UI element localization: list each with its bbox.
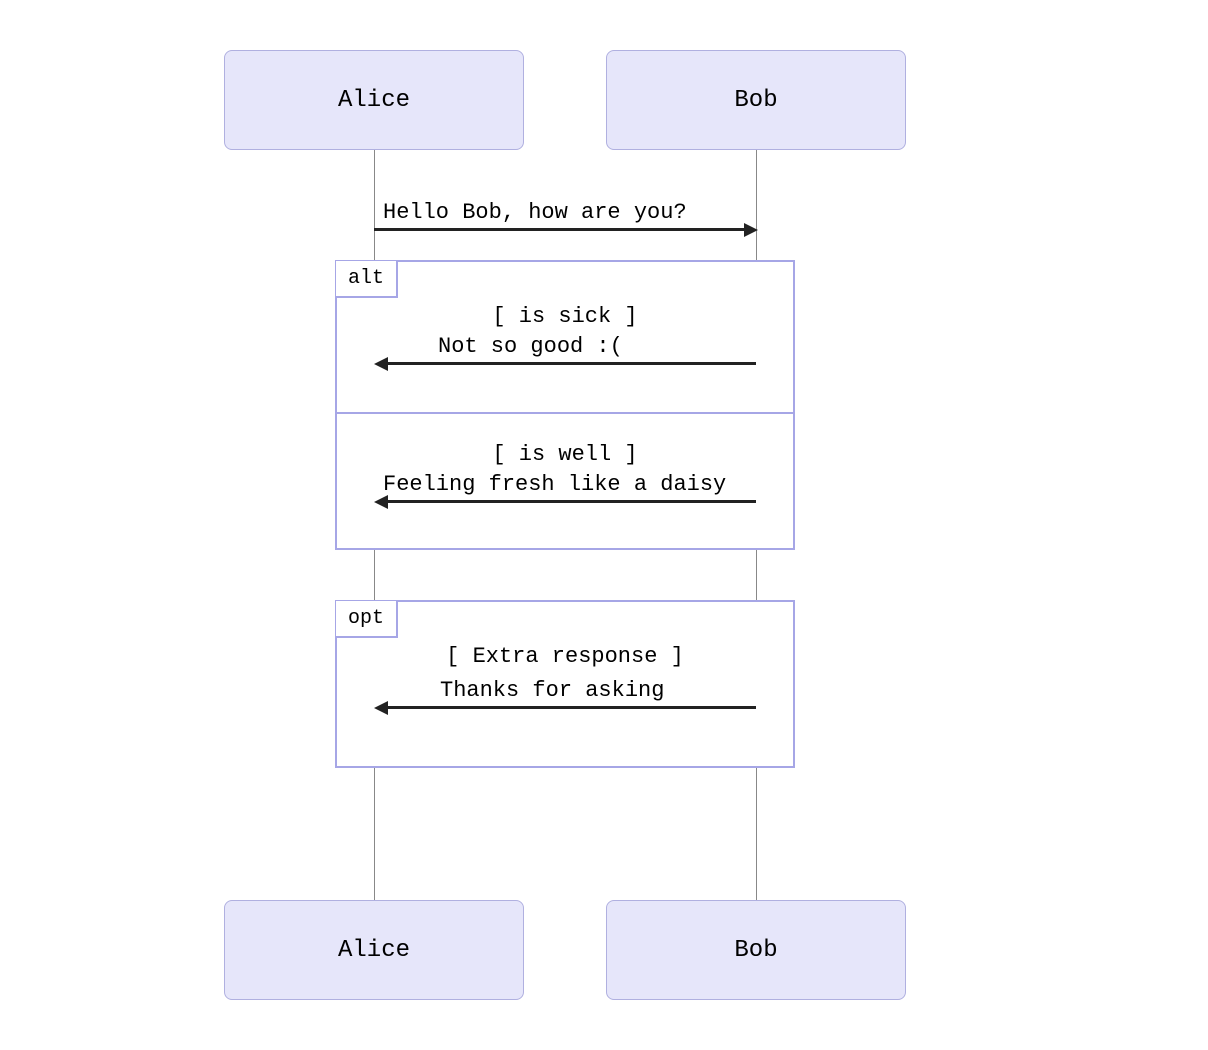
arrow-head-right-icon [744, 223, 758, 237]
actor-label: Bob [734, 87, 777, 114]
arrow-line [386, 500, 756, 503]
message-label: Feeling fresh like a daisy [383, 472, 726, 497]
fragment-condition: [ Extra response ] [337, 644, 793, 669]
fragment-alt: alt [ is sick ] [ is well ] [335, 260, 795, 550]
fragment-condition: [ is sick ] [337, 304, 793, 329]
actor-label: Alice [338, 87, 410, 114]
actor-bob-top: Bob [606, 50, 906, 150]
actor-alice-top: Alice [224, 50, 524, 150]
message-label: Not so good :( [438, 334, 623, 359]
fragment-condition: [ is well ] [337, 442, 793, 467]
actor-label: Bob [734, 937, 777, 964]
fragment-divider [335, 412, 795, 414]
actor-bob-bottom: Bob [606, 900, 906, 1000]
message-label: Thanks for asking [440, 678, 664, 703]
arrow-head-left-icon [374, 357, 388, 371]
fragment-label: opt [336, 601, 398, 638]
arrow-head-left-icon [374, 495, 388, 509]
arrow-line [386, 706, 756, 709]
arrow-head-left-icon [374, 701, 388, 715]
fragment-label: alt [336, 261, 398, 298]
arrow-line [386, 362, 756, 365]
arrow-line [374, 228, 744, 231]
actor-label: Alice [338, 937, 410, 964]
actor-alice-bottom: Alice [224, 900, 524, 1000]
message-label: Hello Bob, how are you? [383, 200, 687, 225]
